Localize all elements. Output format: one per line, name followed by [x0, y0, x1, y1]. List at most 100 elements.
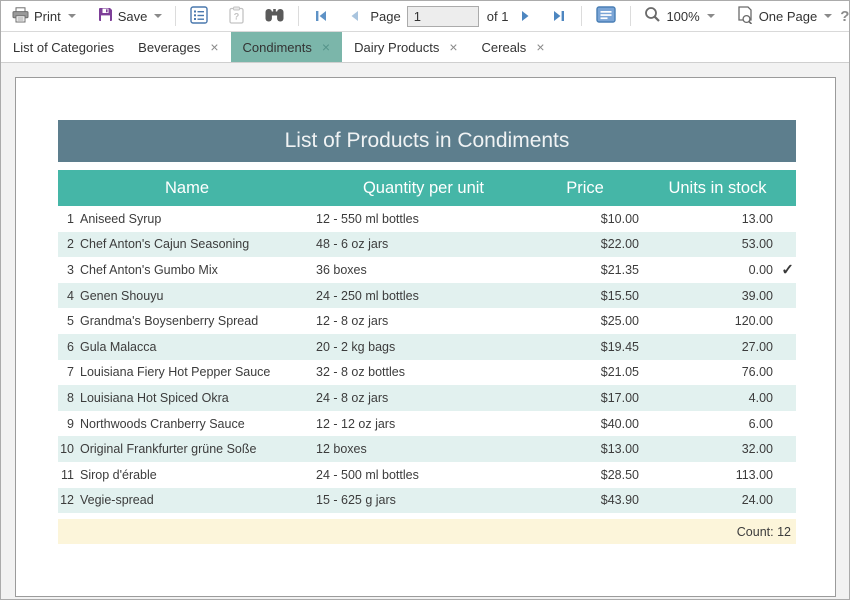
- tab-dairy-products[interactable]: Dairy Products×: [342, 32, 469, 62]
- product-name-cell: Original Frankfurter grüne Soße: [80, 442, 316, 456]
- count-label: Count: 12: [737, 525, 791, 539]
- quantity-cell: 12 - 550 ml bottles: [316, 212, 531, 226]
- tab-label: List of Categories: [13, 40, 114, 55]
- units-in-stock-cell: 32.00: [639, 442, 796, 456]
- view-toggle-button[interactable]: [591, 3, 621, 29]
- row-number-cell: 8: [58, 391, 74, 405]
- page-panel-icon: [596, 6, 616, 26]
- save-label: Save: [118, 9, 148, 24]
- zoom-value: 100%: [666, 9, 699, 24]
- tab-list-of-categories[interactable]: List of Categories: [1, 32, 126, 62]
- product-name-cell: Grandma's Boysenberry Spread: [80, 314, 316, 328]
- row-number-cell: 6: [58, 340, 74, 354]
- units-in-stock-cell: 53.00: [639, 237, 796, 251]
- previous-page-button[interactable]: [343, 7, 366, 25]
- toolbar: Print Save: [1, 1, 849, 32]
- quantity-cell: 12 - 8 oz jars: [316, 314, 531, 328]
- table-header-row: Name Quantity per unit Price Units in st…: [58, 170, 796, 206]
- table-row: 8 Louisiana Hot Spiced Okra24 - 8 oz jars…: [58, 385, 796, 411]
- row-number-cell: 9: [58, 417, 74, 431]
- row-number-cell: 5: [58, 314, 74, 328]
- table-row: 3Chef Anton's Gumbo Mix36 boxes$21.350.0…: [58, 257, 796, 283]
- previous-page-icon: [350, 10, 359, 22]
- parameters-button[interactable]: [185, 3, 213, 30]
- table-row: 7Louisiana Fiery Hot Pepper Sauce32 - 8 …: [58, 360, 796, 386]
- price-cell: $28.50: [531, 468, 639, 482]
- print-label: Print: [34, 9, 61, 24]
- quantity-cell: 12 - 12 oz jars: [316, 417, 531, 431]
- page-count-label: of 1: [487, 9, 509, 24]
- tab-cereals[interactable]: Cereals×: [470, 32, 557, 62]
- quantity-cell: 24 - 8 oz jars: [316, 391, 531, 405]
- tab-beverages[interactable]: Beverages ×: [126, 32, 230, 62]
- save-button[interactable]: Save: [94, 4, 167, 28]
- table-row: 10 Original Frankfurter grüne Soße12 boxe…: [58, 436, 796, 462]
- row-number-cell: 4: [58, 289, 74, 303]
- close-icon[interactable]: ×: [449, 40, 457, 54]
- page-number-input[interactable]: [407, 6, 479, 27]
- price-cell: $25.00: [531, 314, 639, 328]
- units-in-stock-cell: 113.00: [639, 468, 796, 482]
- toolbar-separator: [175, 6, 176, 26]
- product-name-cell: Sirop d'érable: [80, 468, 316, 482]
- table-row: 11Sirop d'érable24 - 500 ml bottles$28.5…: [58, 462, 796, 488]
- product-name-cell: Northwoods Cranberry Sauce: [80, 417, 316, 431]
- chevron-down-icon: [707, 14, 715, 18]
- table-footer-row: Count: 12: [58, 519, 796, 544]
- units-in-stock-cell: 76.00: [639, 365, 796, 379]
- price-cell: $22.00: [531, 237, 639, 251]
- tab-condiments[interactable]: Condiments×: [231, 32, 343, 62]
- last-page-icon: [553, 10, 565, 22]
- price-cell: $21.05: [531, 365, 639, 379]
- parameters-icon: [190, 6, 208, 27]
- close-icon[interactable]: ×: [536, 40, 544, 54]
- row-number-cell: 12: [58, 493, 74, 507]
- tab-label: Beverages: [138, 40, 200, 55]
- view-mode-control[interactable]: One Page: [733, 3, 837, 30]
- column-header-name: Name: [58, 179, 316, 198]
- column-header-quantity: Quantity per unit: [316, 179, 531, 198]
- document-map-button: ?: [224, 3, 249, 30]
- row-number-cell: 10: [58, 442, 74, 456]
- price-cell: $40.00: [531, 417, 639, 431]
- price-cell: $21.35: [531, 263, 639, 277]
- last-page-button[interactable]: [546, 7, 572, 25]
- save-icon: [98, 7, 113, 25]
- quantity-cell: 12 boxes: [316, 442, 531, 456]
- table-row: 4Genen Shouyu24 - 250 ml bottles$15.5039…: [58, 283, 796, 309]
- magnifier-icon: [644, 6, 661, 26]
- report: List of Products in Condiments Name Quan…: [58, 120, 796, 544]
- product-name-cell: Genen Shouyu: [80, 289, 316, 303]
- product-name-cell: Louisiana Hot Spiced Okra: [80, 391, 316, 405]
- price-cell: $15.50: [531, 289, 639, 303]
- product-name-cell: Gula Malacca: [80, 340, 316, 354]
- product-name-cell: Chef Anton's Cajun Seasoning: [80, 237, 316, 251]
- price-cell: $19.45: [531, 340, 639, 354]
- column-header-price: Price: [531, 179, 639, 198]
- column-header-units: Units in stock: [639, 179, 796, 198]
- table-row: 6Gula Malacca20 - 2 kg bags$19.4527.00: [58, 334, 796, 360]
- printer-icon: [12, 7, 29, 26]
- next-page-button[interactable]: [514, 7, 537, 25]
- units-in-stock-cell: 6.00: [639, 417, 796, 431]
- units-in-stock-cell: 4.00: [639, 391, 796, 405]
- search-button[interactable]: [260, 5, 289, 28]
- view-mode-value: One Page: [759, 9, 818, 24]
- first-page-icon: [315, 10, 327, 22]
- first-page-button[interactable]: [308, 7, 334, 25]
- close-icon[interactable]: ×: [322, 40, 330, 54]
- row-number-cell: 7: [58, 365, 74, 379]
- help-button[interactable]: ?: [836, 6, 850, 27]
- close-icon[interactable]: ×: [210, 40, 218, 54]
- report-page: List of Products in Condiments Name Quan…: [15, 77, 836, 597]
- tab-bar: List of CategoriesBeverages×Condiments×D…: [1, 32, 849, 63]
- next-page-icon: [521, 10, 530, 22]
- zoom-control[interactable]: 100%: [640, 3, 718, 29]
- row-number-cell: 2: [58, 237, 74, 251]
- row-number-cell: 11: [58, 468, 74, 482]
- product-name-cell: Vegie-spread: [80, 493, 316, 507]
- print-button[interactable]: Print: [8, 4, 80, 29]
- product-name-cell: Chef Anton's Gumbo Mix: [80, 263, 316, 277]
- units-in-stock-cell: 13.00: [639, 212, 796, 226]
- product-name-cell: Louisiana Fiery Hot Pepper Sauce: [80, 365, 316, 379]
